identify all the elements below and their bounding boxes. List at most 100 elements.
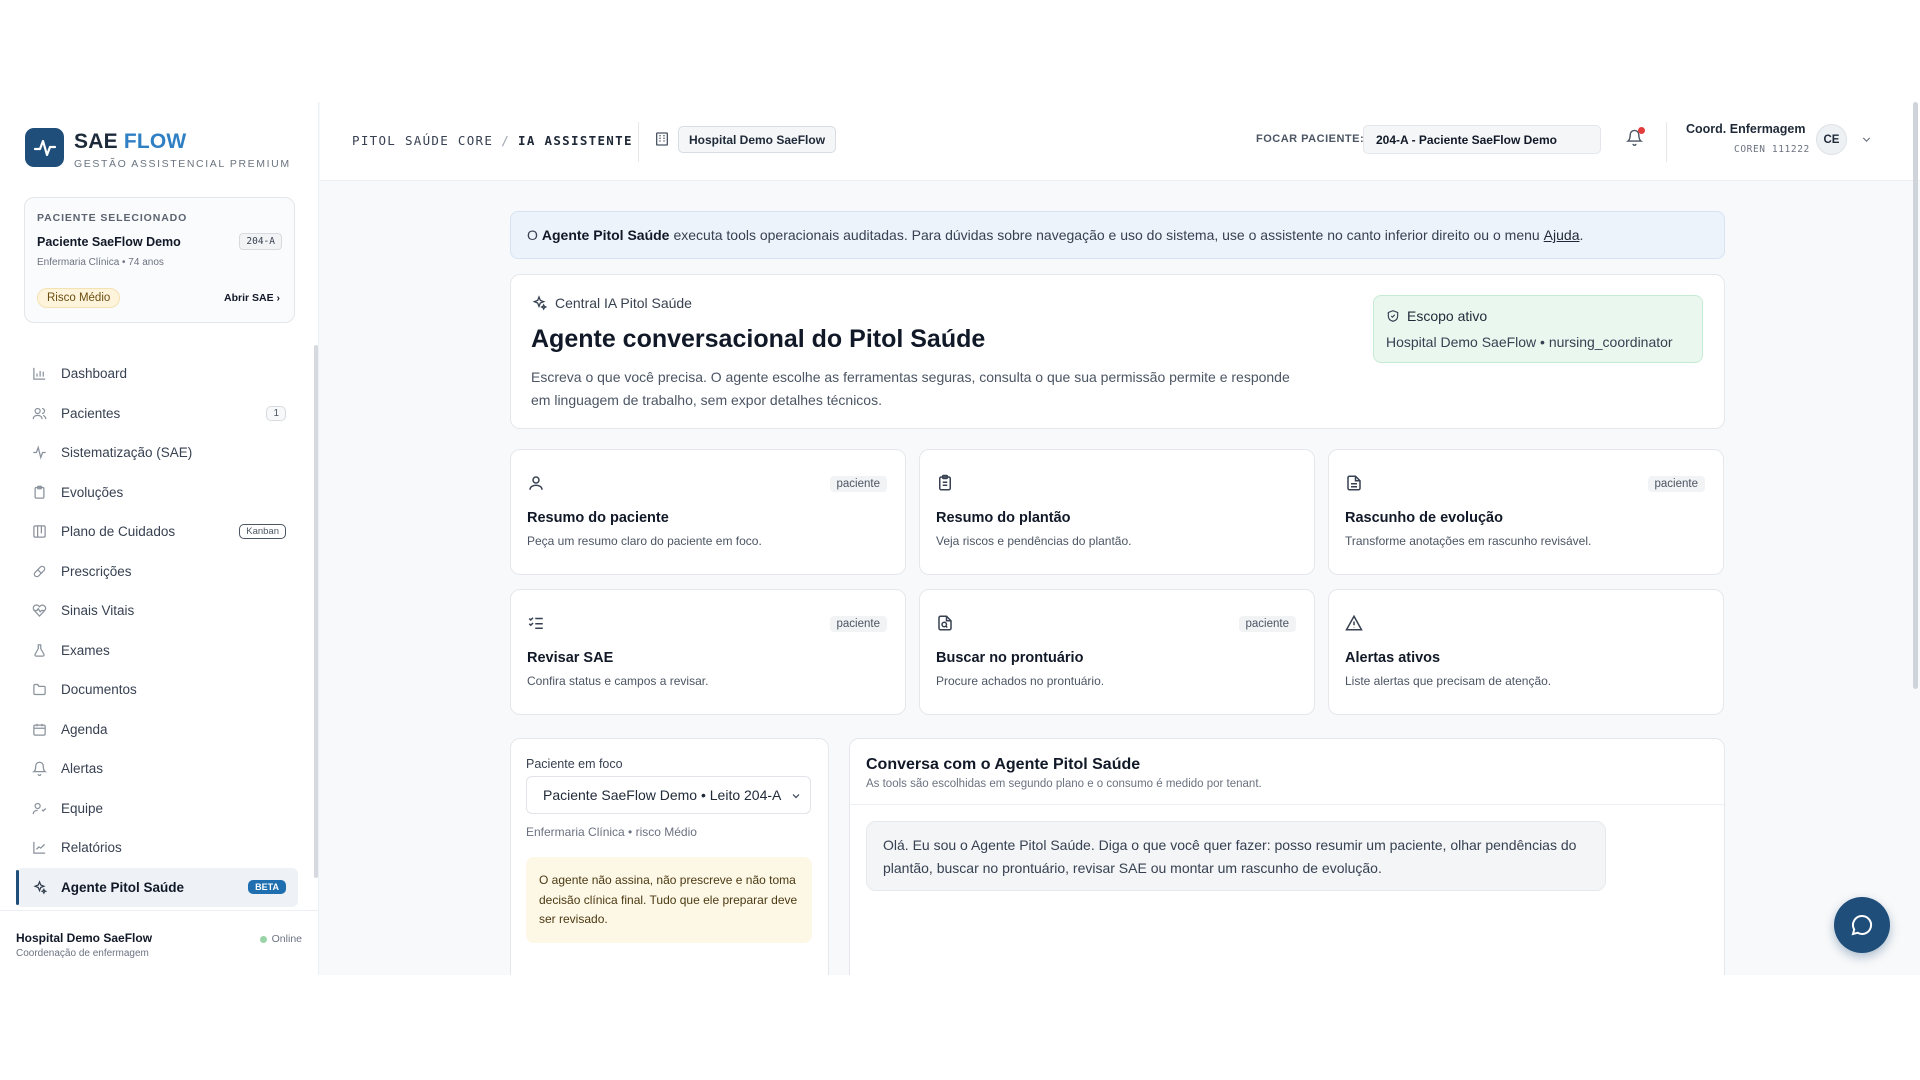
tool-description: Confira status e campos a revisar. [527, 674, 709, 688]
tool-description: Liste alertas que precisam de atenção. [1345, 674, 1552, 688]
tool-title: Buscar no prontuário [936, 650, 1084, 666]
chat-title: Conversa com o Agente Pitol Saúde [866, 756, 1141, 773]
count-badge: 1 [266, 405, 286, 421]
tool-title: Resumo do plantão [936, 510, 1071, 526]
board-icon [32, 523, 49, 540]
agent-name: Agente Pitol Saúde [541, 227, 670, 243]
patient-focus-select[interactable]: Paciente SaeFlow Demo • Leito 204-A [526, 776, 811, 814]
user-icon [527, 474, 545, 497]
breadcrumb-root[interactable]: PITOL SAÚDE CORE [352, 133, 493, 148]
calendar-icon [32, 721, 49, 738]
avatar[interactable]: CE [1816, 124, 1847, 155]
tool-description: Veja riscos e pendências do plantão. [936, 534, 1132, 548]
sidebar-item-agente-pitol[interactable]: Agente Pitol Saúde BETA [16, 867, 298, 907]
sparkles-icon [532, 295, 547, 311]
sidebar-item-exames[interactable]: Exames [16, 631, 298, 671]
list-checks-icon [527, 614, 545, 637]
file-text-icon [1345, 474, 1363, 497]
sidebar-item-label: Agenda [61, 721, 108, 737]
sidebar-item-label: Equipe [61, 800, 104, 816]
sidebar-item-evolucoes[interactable]: Evoluções [16, 473, 298, 513]
disclaimer-note: O agente não assina, não prescreve e não… [526, 857, 812, 943]
help-chat-button[interactable] [1834, 897, 1890, 953]
focus-patient-label: FOCAR PACIENTE: [1256, 133, 1365, 145]
chat-bubble-icon [1851, 914, 1873, 936]
tool-description: Procure achados no prontuário. [936, 674, 1105, 688]
sidebar-item-label: Relatórios [61, 840, 122, 856]
help-link[interactable]: Ajuda [1544, 227, 1580, 243]
focus-patient-meta: Enfermaria Clínica • risco Médio [526, 825, 697, 839]
brand-tagline: GESTÃO ASSISTENCIAL PREMIUM [74, 158, 291, 170]
app-frame: SAE FLOW GESTÃO ASSISTENCIAL PREMIUM PAC… [0, 102, 1920, 975]
focus-patient-select[interactable]: 204-A - Paciente SaeFlow Demo [1363, 125, 1601, 154]
tool-title: Alertas ativos [1345, 650, 1441, 666]
file-search-icon [936, 614, 954, 637]
top-bar: PITOL SAÚDE CORE / IA ASSISTENTE Hospita… [320, 102, 1920, 181]
sidebar-item-label: Sinais Vitais [61, 603, 135, 619]
selected-patient-card: PACIENTE SELECIONADO Paciente SaeFlow De… [24, 197, 295, 323]
online-status: Online [259, 933, 302, 945]
user-name[interactable]: Coord. Enfermagem [1686, 122, 1805, 136]
tool-title: Rascunho de evolução [1345, 510, 1503, 526]
risk-badge: Risco Médio [37, 288, 121, 308]
chevron-down-icon[interactable] [1860, 133, 1873, 151]
sidebar-item-agenda[interactable]: Agenda [16, 710, 298, 750]
sidebar-item-dashboard[interactable]: Dashboard [16, 354, 298, 394]
sidebar-item-label: Exames [61, 642, 110, 658]
focus-label: Paciente em foco [526, 757, 623, 771]
patient-meta: Enfermaria Clínica • 74 anos [37, 257, 164, 268]
hero-description: Escreva o que você precisa. O agente esc… [531, 369, 1290, 408]
building-icon [654, 131, 670, 152]
sidebar-footer: Hospital Demo SaeFlow Coordenação de enf… [0, 910, 318, 975]
sidebar-item-plano-cuidados[interactable]: Plano de Cuidados Kanban [16, 512, 298, 552]
sidebar-item-sinais-vitais[interactable]: Sinais Vitais [16, 591, 298, 631]
brand-name: SAE FLOW [74, 130, 187, 153]
tool-title: Resumo do paciente [527, 510, 669, 526]
open-sae-link[interactable]: Abrir SAE › [224, 292, 280, 304]
hero-eyebrow: Central IA Pitol Saúde [531, 295, 692, 311]
sidebar-item-pacientes[interactable]: Pacientes 1 [16, 394, 298, 434]
sidebar-item-sae[interactable]: Sistematização (SAE) [16, 433, 298, 473]
scope-tag: paciente [829, 476, 887, 492]
kanban-badge: Kanban [239, 524, 286, 540]
tool-card-active-alerts[interactable]: Alertas ativos Liste alertas que precisa… [1328, 589, 1724, 715]
sidebar-item-label: Sistematização (SAE) [61, 445, 193, 461]
sidebar-item-equipe[interactable]: Equipe [16, 789, 298, 829]
activity-icon [32, 444, 49, 461]
bar-chart-icon [32, 365, 49, 382]
sidebar-scrollbar[interactable] [314, 345, 318, 878]
patient-bed-badge: 204-A [239, 233, 282, 250]
clipboard-list-icon [936, 474, 954, 497]
sidebar-item-label: Agente Pitol Saúde [61, 879, 185, 895]
tool-card-evolution-draft[interactable]: paciente Rascunho de evolução Transforme… [1328, 449, 1724, 575]
breadcrumb-current: IA ASSISTENTE [518, 133, 633, 148]
scope-title: Escopo ativo [1386, 308, 1487, 324]
divider [850, 804, 1724, 805]
tool-card-patient-summary[interactable]: paciente Resumo do paciente Peça um resu… [510, 449, 906, 575]
team-icon [32, 800, 49, 817]
heart-pulse-icon [32, 602, 49, 619]
page-title: Agente conversacional do Pitol Saúde [531, 325, 986, 353]
flask-icon [32, 642, 49, 659]
notifications-button[interactable] [1625, 127, 1645, 151]
breadcrumb-separator: / [501, 133, 511, 148]
hospital-chip[interactable]: Hospital Demo SaeFlow [678, 126, 837, 153]
tool-title: Revisar SAE [527, 650, 614, 666]
sidebar-item-label: Plano de Cuidados [61, 524, 176, 540]
sidebar-item-relatorios[interactable]: Relatórios [16, 828, 298, 868]
tool-card-shift-summary[interactable]: Resumo do plantão Veja riscos e pendênci… [919, 449, 1315, 575]
sidebar-item-label: Dashboard [61, 366, 128, 382]
page-scrollbar[interactable] [1913, 102, 1918, 689]
status-dot-icon [259, 935, 267, 943]
tool-card-search-record[interactable]: paciente Buscar no prontuário Procure ac… [919, 589, 1315, 715]
sidebar-item-documentos[interactable]: Documentos [16, 670, 298, 710]
sidebar-item-label: Evoluções [61, 484, 124, 500]
chat-panel: Conversa com o Agente Pitol Saúde As too… [849, 738, 1725, 975]
sidebar-item-alertas[interactable]: Alertas [16, 749, 298, 789]
divider [638, 122, 639, 162]
chat-subtitle: As tools são escolhidas em segundo plano… [866, 778, 1262, 790]
sidebar-item-prescricoes[interactable]: Prescrições [16, 552, 298, 592]
info-banner: O Agente Pitol Saúde executa tools opera… [510, 211, 1725, 259]
tool-card-review-sae[interactable]: paciente Revisar SAE Confira status e ca… [510, 589, 906, 715]
warning-icon [1345, 614, 1363, 637]
